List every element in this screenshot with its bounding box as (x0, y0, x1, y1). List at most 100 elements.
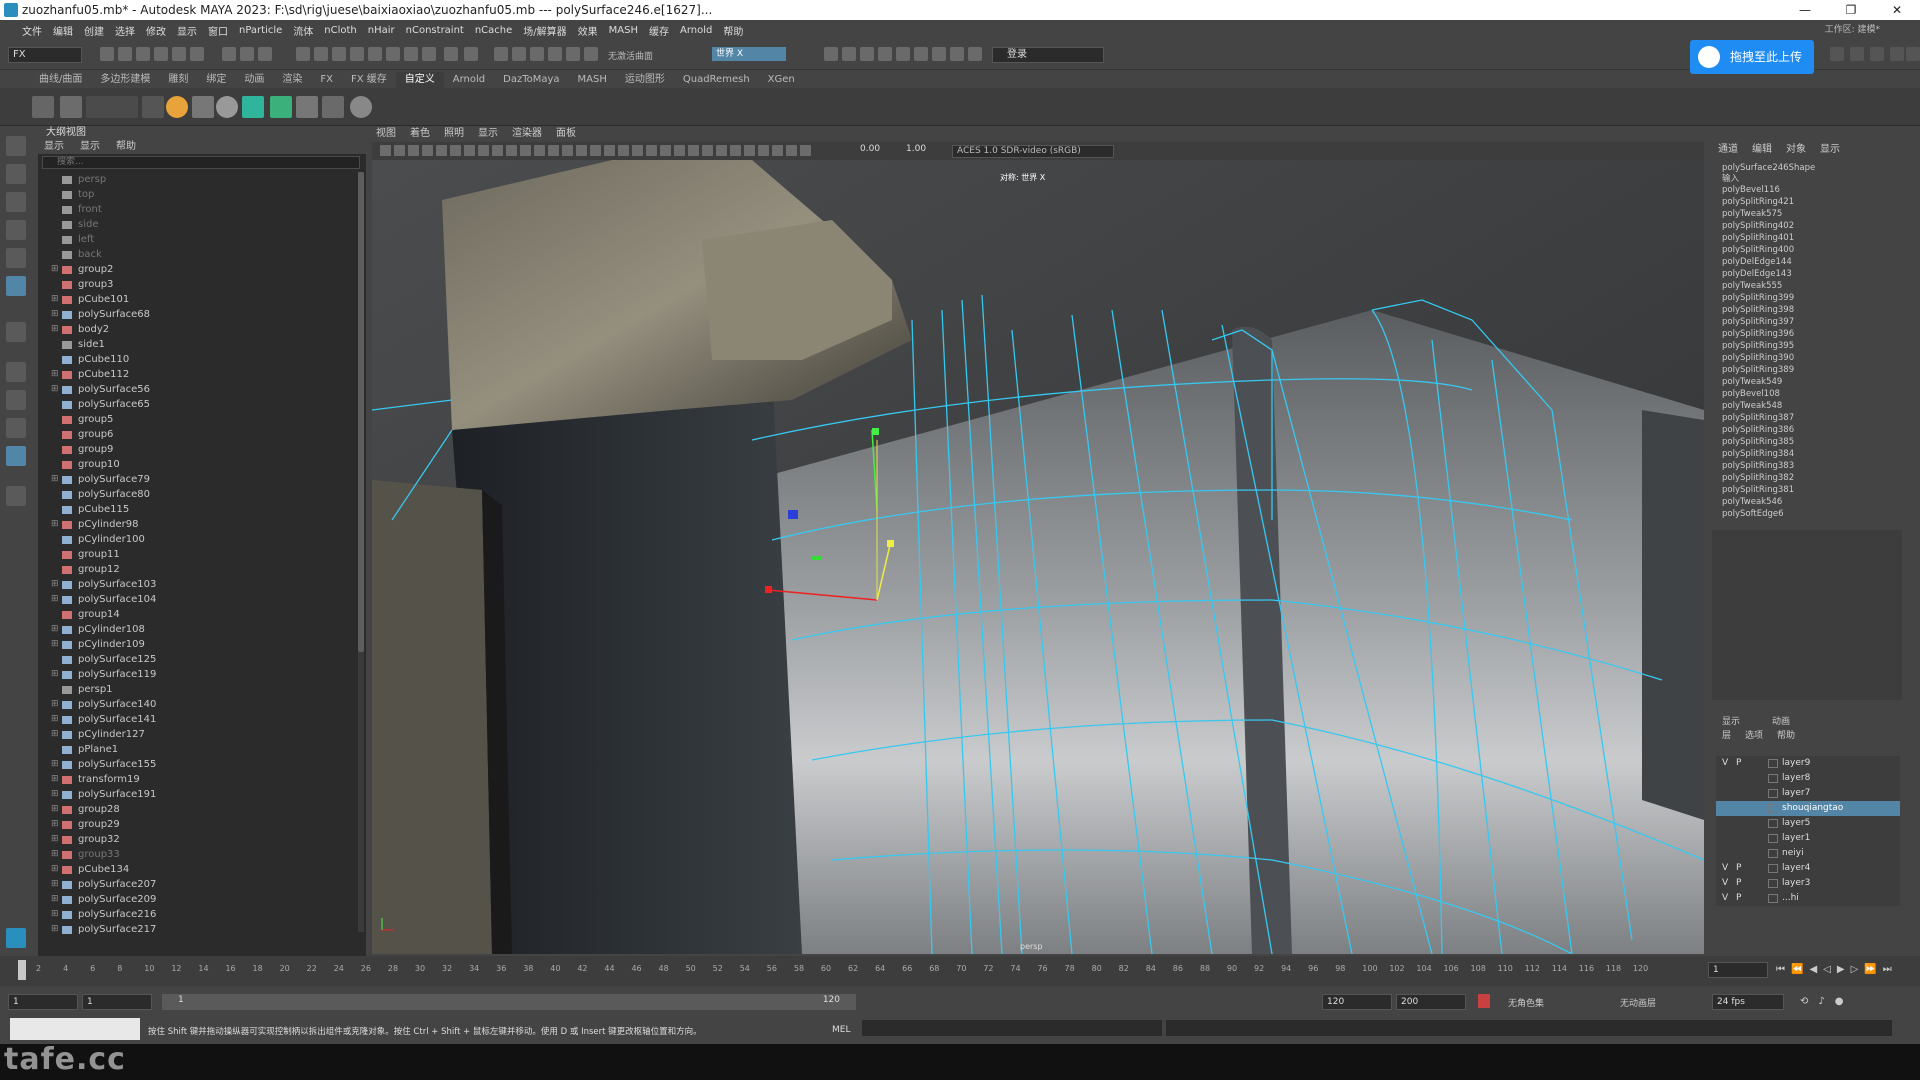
minimize-button[interactable]: — (1782, 0, 1828, 20)
history-node[interactable]: polySplitRing381 (1722, 484, 1794, 496)
side-tabs[interactable] (1904, 126, 1920, 956)
menu-item[interactable]: Arnold (680, 25, 712, 36)
status-tool-icon[interactable] (512, 47, 526, 61)
status-tool-icon[interactable] (296, 47, 310, 61)
go-end-icon[interactable]: ⏭ (1883, 964, 1892, 975)
outliner-item[interactable]: ⊞ pCylinder127 (38, 727, 356, 742)
viewport-tool-icon[interactable] (506, 145, 517, 156)
expand-icon[interactable]: ⊞ (51, 832, 59, 847)
ui-toggle-icon[interactable] (1906, 47, 1920, 61)
history-node[interactable]: polySplitRing400 (1722, 244, 1794, 256)
layer-color-swatch[interactable] (1768, 819, 1778, 828)
menu-item[interactable]: 效果 (578, 23, 598, 38)
history-node[interactable]: polyBevel116 (1722, 184, 1780, 196)
outliner-item[interactable]: side (38, 217, 356, 232)
viewport-tool-icon[interactable] (548, 145, 559, 156)
outliner-item[interactable]: top (38, 187, 356, 202)
expand-icon[interactable]: ⊞ (51, 772, 59, 787)
history-node[interactable]: polySplitRing401 (1722, 232, 1794, 244)
layer-row[interactable]: layer1 (1716, 831, 1900, 846)
z-handle-tip[interactable] (887, 540, 894, 547)
shelf-tab[interactable]: XGen (759, 72, 804, 88)
status-tool-icon[interactable] (968, 47, 982, 61)
layer-color-swatch[interactable] (1768, 834, 1778, 843)
status-tool-icon[interactable] (566, 47, 580, 61)
menu-item[interactable]: 缓存 (649, 23, 669, 38)
layer-playback-toggle[interactable]: P (1736, 876, 1741, 891)
viewport-tool-icon[interactable] (394, 145, 405, 156)
expand-icon[interactable]: ⊞ (51, 922, 59, 937)
outliner-item[interactable]: ⊞ polySurface191 (38, 787, 356, 802)
ui-toggle-icon[interactable] (1830, 47, 1844, 61)
maximize-button[interactable]: ❐ (1828, 0, 1874, 20)
viewport-tool-icon[interactable] (450, 145, 461, 156)
layer-menu-item[interactable]: 层 (1722, 728, 1731, 741)
viewport-menu-item[interactable]: 面板 (556, 126, 576, 142)
expand-icon[interactable]: ⊞ (51, 637, 59, 652)
viewport-menu-item[interactable]: 照明 (444, 126, 464, 142)
viewport-tool-icon[interactable] (436, 145, 447, 156)
outliner-item[interactable]: polySurface65 (38, 397, 356, 412)
outliner-item[interactable]: ⊞ group2 (38, 262, 356, 277)
history-node[interactable]: polyTweak546 (1722, 496, 1782, 508)
group-icon[interactable] (60, 96, 82, 118)
menu-item[interactable]: 编辑 (53, 23, 73, 38)
layer-color-swatch[interactable] (1768, 789, 1778, 798)
layer-color-swatch[interactable] (1768, 759, 1778, 768)
workspace-selector[interactable]: 工作区: 建模* (1825, 22, 1880, 35)
outliner-item[interactable]: ⊞ polySurface103 (38, 577, 356, 592)
expand-icon[interactable]: ⊞ (51, 592, 59, 607)
expand-icon[interactable]: ⊞ (51, 697, 59, 712)
outliner-item[interactable]: ⊞ pCylinder109 (38, 637, 356, 652)
outliner-item[interactable]: left (38, 232, 356, 247)
speaker-icon[interactable]: ♪ (1818, 996, 1824, 1007)
outliner-item[interactable]: persp (38, 172, 356, 187)
menu-item[interactable]: 创建 (84, 23, 104, 38)
history-node[interactable]: polySplitRing402 (1722, 220, 1794, 232)
playback-start-field[interactable]: 1 (82, 994, 152, 1010)
viewport-tool-icon[interactable] (520, 145, 531, 156)
history-node[interactable]: polySplitRing382 (1722, 472, 1794, 484)
status-tool-icon[interactable] (824, 47, 838, 61)
viewport-tool-icon[interactable] (800, 145, 811, 156)
status-tool-icon[interactable] (464, 47, 478, 61)
channel-tab[interactable]: 编辑 (1752, 140, 1772, 155)
shelf-tab[interactable]: DazToMaya (494, 72, 568, 88)
channel-tab[interactable]: 对象 (1786, 140, 1806, 155)
brush-icon[interactable] (296, 96, 318, 118)
layer-color-swatch[interactable] (1768, 894, 1778, 903)
layer-playback-toggle[interactable]: P (1736, 861, 1741, 876)
menu-item[interactable]: nCache (475, 25, 512, 36)
outliner-item[interactable]: ⊞ transform19 (38, 772, 356, 787)
viewport-menu-item[interactable]: 渲染器 (512, 126, 542, 142)
status-tool-icon[interactable] (100, 47, 114, 61)
history-node[interactable]: polySplitRing385 (1722, 436, 1794, 448)
show-manipulator-icon[interactable] (6, 322, 26, 342)
layer-color-swatch[interactable] (1768, 879, 1778, 888)
status-tool-icon[interactable] (258, 47, 272, 61)
expand-icon[interactable]: ⊞ (51, 757, 59, 772)
outliner-scroll-thumb[interactable] (358, 172, 364, 652)
viewport-tool-icon[interactable] (688, 145, 699, 156)
paint-select-icon[interactable] (6, 192, 26, 212)
status-tool-icon[interactable] (118, 47, 132, 61)
status-tool-icon[interactable] (950, 47, 964, 61)
y-handle-tip[interactable] (872, 428, 879, 435)
outliner-item[interactable]: ⊞ group32 (38, 832, 356, 847)
status-tool-icon[interactable] (860, 47, 874, 61)
status-tool-icon[interactable] (154, 47, 168, 61)
auto-key-icon[interactable] (1478, 994, 1490, 1008)
layer-color-swatch[interactable] (1768, 849, 1778, 858)
viewport-tool-icon[interactable] (786, 145, 797, 156)
history-node[interactable]: polySplitRing387 (1722, 412, 1794, 424)
playback-controls[interactable]: ⏮ ⏪ ◀ ◁ ▶ ▷ ⏩ ⏭ (1776, 964, 1892, 975)
four-view-icon[interactable] (6, 390, 26, 410)
layer-menu-item[interactable]: 选项 (1745, 728, 1763, 741)
expand-icon[interactable]: ⊞ (51, 292, 59, 307)
outliner-item[interactable]: persp1 (38, 682, 356, 697)
status-tool-icon[interactable] (172, 47, 186, 61)
scale-tool-icon[interactable] (6, 276, 26, 296)
history-node[interactable]: polyDelEdge144 (1722, 256, 1792, 268)
history-node[interactable]: polySplitRing386 (1722, 424, 1794, 436)
status-tool-icon[interactable] (842, 47, 856, 61)
